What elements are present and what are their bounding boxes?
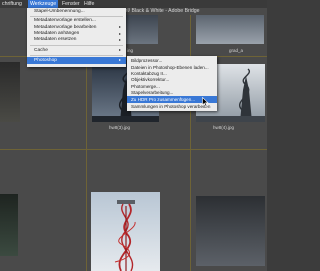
menu-bar: chriftung Werkzeuge Fenster Hilfe	[0, 0, 267, 8]
menu-item-label: Objektivkorrektur...	[131, 77, 170, 82]
menu-item-label: Metadatenvorlage erstellen...	[34, 18, 96, 23]
menu-item-label: Zu HDR Pro zusammenfügen...	[131, 97, 196, 102]
submenu-item-dateien-in-ebenen-laden[interactable]: Dateien in Photoshop-Ebenen laden...	[127, 65, 217, 71]
menu-item-metadatenvorlage-bearbeiten[interactable]: Metadatenvorlage bearbeiten	[27, 25, 126, 31]
menu-item-label: Photoshop	[34, 58, 57, 63]
mouse-cursor-icon	[202, 97, 209, 107]
menu-item-label: Metadatenvorlage bearbeiten	[34, 24, 97, 30]
menu-item-metadaten-ersetzen[interactable]: Metadaten ersetzen	[27, 37, 126, 43]
thumbnail-image[interactable]	[91, 192, 160, 271]
menu-separator	[30, 16, 123, 17]
chevron-right-icon	[119, 38, 121, 41]
menu-item-label: Sammlungen in Photoshop verarbeiten	[131, 103, 211, 109]
thumbnail-cell[interactable]: grad_a	[191, 15, 267, 56]
menu-fenster[interactable]: Fenster	[60, 0, 82, 8]
menu-item-label: Cache	[34, 47, 48, 53]
chevron-right-icon	[119, 59, 121, 61]
thumbnail-image[interactable]	[196, 15, 264, 44]
menu-item-label: Photomerge...	[131, 83, 160, 89]
menu-item-label: Stapel-Umbenennung...	[34, 9, 85, 14]
menu-item-label: Dateien in Photoshop-Ebenen laden...	[131, 64, 209, 70]
thumbnail-cell[interactable]	[87, 150, 190, 271]
submenu-item-photomerge[interactable]: Photomerge...	[127, 84, 217, 90]
menu-item-cache[interactable]: Cache	[27, 48, 126, 54]
thumbnail-label: hw8(4).jpg	[213, 125, 235, 130]
thumbnail-label: ing	[127, 48, 134, 53]
chevron-right-icon	[119, 26, 121, 28]
menu-separator	[30, 45, 123, 46]
menu-separator	[30, 55, 123, 56]
menu-item-label: Metadaten ersetzen	[34, 37, 77, 42]
orbit-tower-image	[114, 200, 136, 271]
menu-item-metadatenvorlage-erstellen[interactable]: Metadatenvorlage erstellen...	[27, 18, 126, 24]
thumbnail-label: hw8(3).jpg	[109, 125, 131, 130]
thumbnail-cell[interactable]	[0, 150, 86, 271]
submenu-item-bildprozessor[interactable]: Bildprozessor...	[127, 58, 217, 64]
menu-item-label: Kontaktabzug II...	[131, 71, 167, 76]
menu-item-label: Bildprozessor...	[131, 58, 163, 63]
window-title: sel/ Black & White - Adobe Bridge	[122, 8, 200, 14]
chevron-right-icon	[119, 32, 121, 35]
menu-werkzeuge[interactable]: Werkzeuge	[28, 0, 59, 8]
chevron-right-icon	[119, 49, 121, 51]
thumbnail-cell[interactable]	[191, 150, 267, 271]
submenu-item-objektivkorrektur[interactable]: Objektivkorrektur...	[127, 77, 217, 83]
menu-item-label: Metadaten anhängen	[34, 31, 80, 36]
menu-item-photoshop[interactable]: Photoshop	[27, 57, 126, 64]
menu-item-stapel-umbenennung[interactable]: Stapel-Umbenennung...	[27, 9, 126, 15]
menu-beschriftung[interactable]: chriftung	[0, 0, 24, 8]
thumbnail-image[interactable]	[196, 196, 265, 266]
tools-menu: Stapel-Umbenennung... Metadatenvorlage e…	[27, 8, 126, 67]
thumbnail-cell[interactable]	[0, 57, 86, 149]
thumbnail-image[interactable]	[0, 62, 20, 122]
thumbnail-image[interactable]	[0, 194, 18, 256]
thumbnail-label: grad_a	[229, 48, 244, 53]
menu-item-label: Stapelverarbeitung...	[131, 90, 174, 95]
menu-hilfe[interactable]: Hilfe	[82, 0, 96, 8]
